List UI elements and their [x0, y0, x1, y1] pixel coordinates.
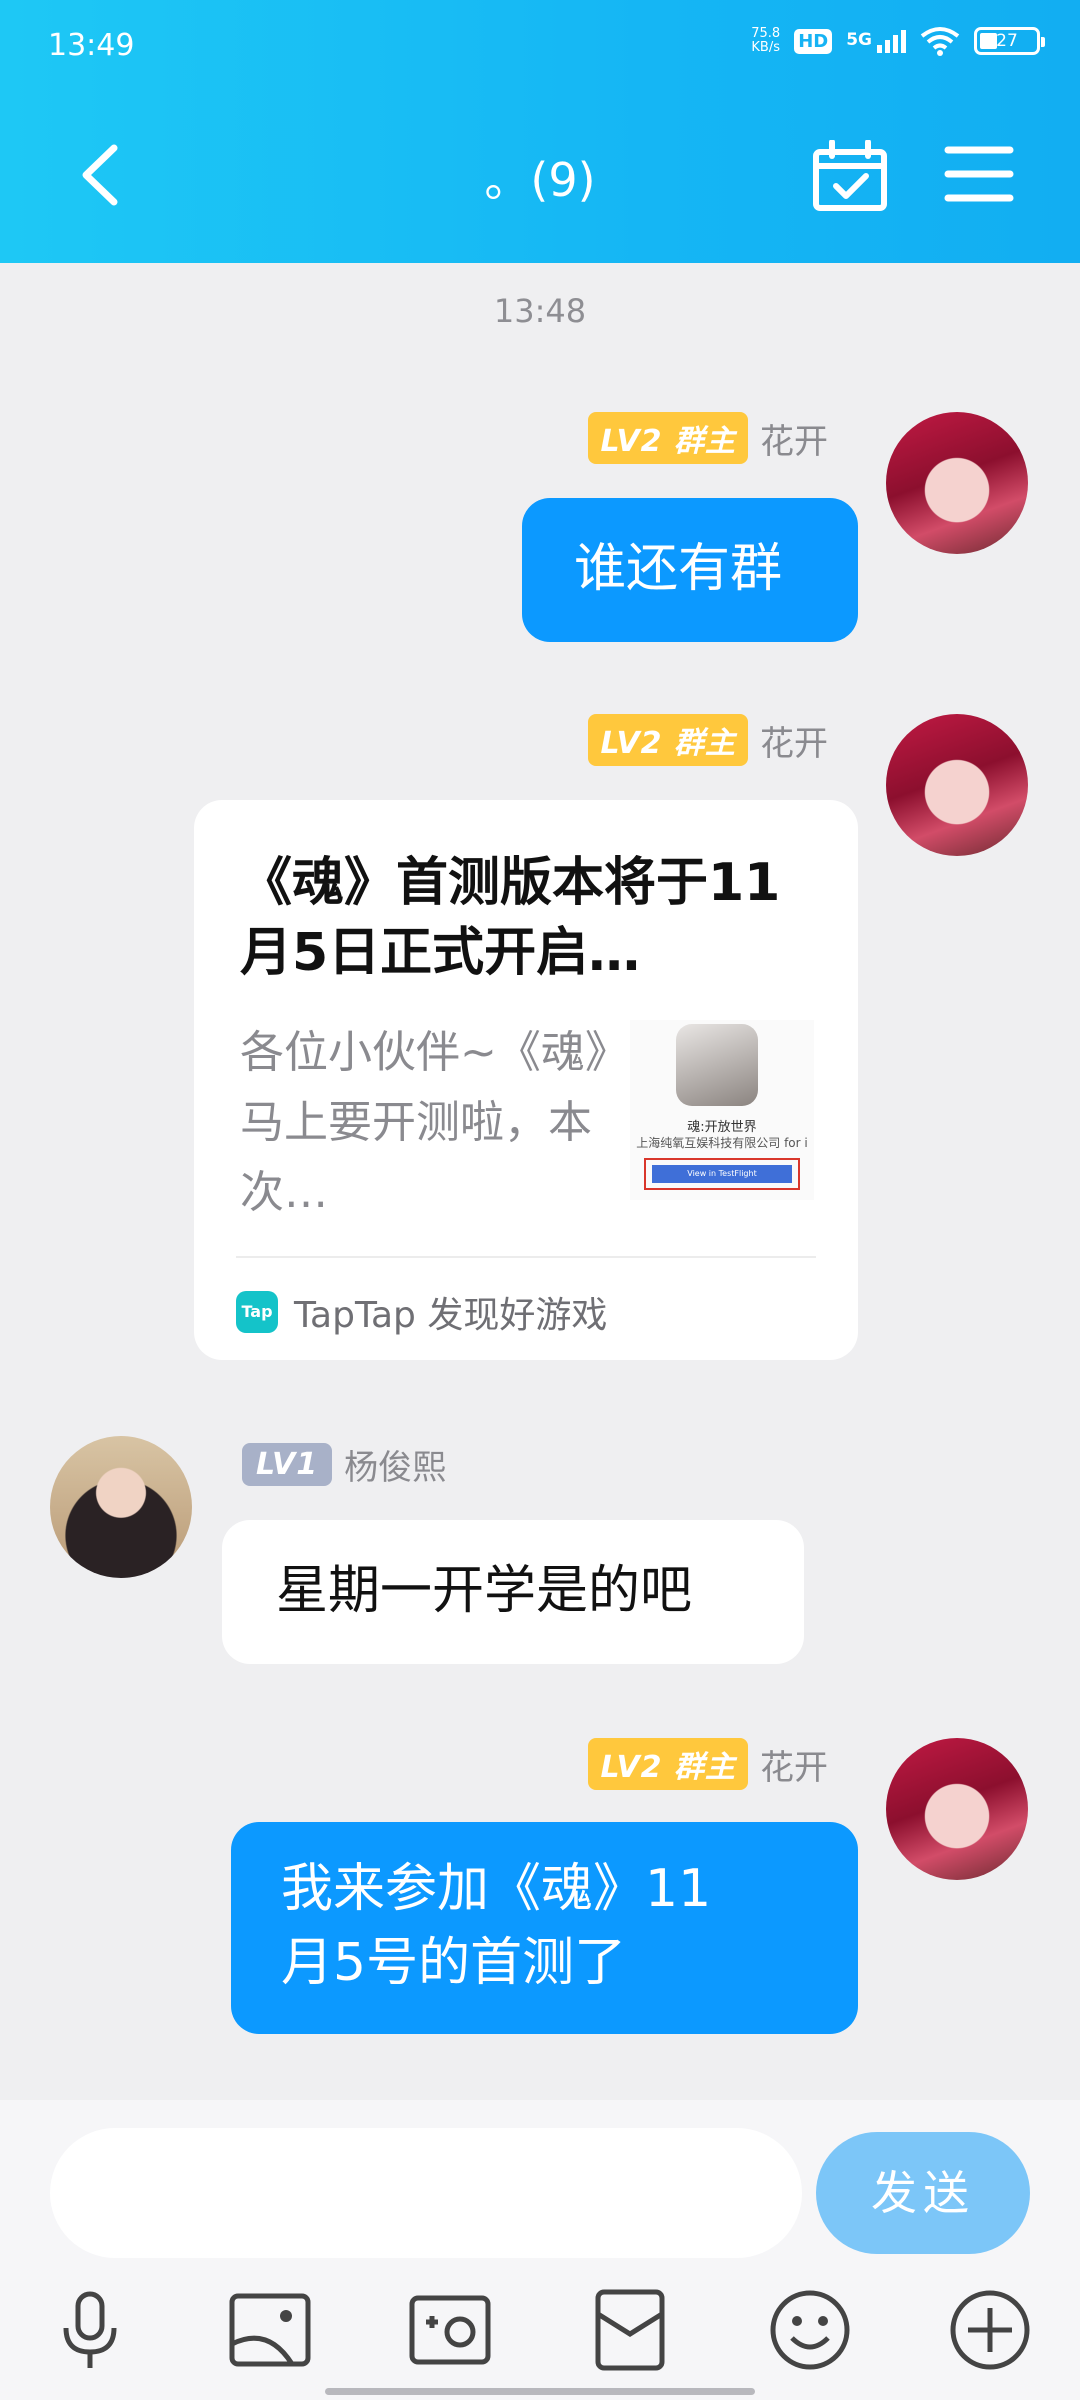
wifi-icon	[920, 27, 960, 56]
sender-row: LV2 群主 花开	[588, 412, 828, 464]
camera-icon[interactable]	[408, 2288, 492, 2372]
red-packet-icon[interactable]	[588, 2288, 672, 2372]
card-thumbnail: 魂:开放世界 上海纯氧互娱科技有限公司 for i View in TestFl…	[630, 1020, 814, 1200]
link-card[interactable]: 《魂》首测版本将于11月5日正式开启… 各位小伙伴~《魂》马上要开测啦，本次… …	[194, 800, 858, 1360]
message-input[interactable]	[50, 2128, 802, 2258]
avatar[interactable]	[886, 1738, 1028, 1880]
sender-row: LV1 杨俊熙	[242, 1440, 446, 1489]
card-description: 各位小伙伴~《魂》马上要开测啦，本次…	[240, 1027, 607, 1218]
network-speed: 75.8 KB/s	[751, 26, 781, 55]
app-icon	[676, 1024, 758, 1106]
level-badge: LV2 群主	[588, 714, 748, 766]
hd-icon: HD	[794, 28, 833, 54]
sender-name: 花开	[760, 723, 828, 764]
card-source: Tap TapTap 发现好游戏	[236, 1286, 607, 1338]
sender-name: 杨俊熙	[344, 1448, 447, 1488]
avatar[interactable]	[886, 714, 1028, 856]
microphone-icon[interactable]	[48, 2288, 132, 2372]
sender-row: LV2 群主 花开	[588, 714, 828, 766]
battery-icon: 27	[974, 27, 1045, 55]
home-indicator[interactable]	[325, 2388, 755, 2395]
message-timestamp: 13:48	[493, 292, 587, 330]
avatar[interactable]	[50, 1436, 192, 1578]
send-button[interactable]: 发送	[816, 2132, 1030, 2254]
status-icons: 75.8 KB/s HD 5G 27	[751, 26, 1045, 56]
level-badge: LV2 群主	[588, 412, 748, 464]
chat-header: 13:49 75.8 KB/s HD 5G 27 。(9)	[0, 0, 1080, 263]
input-toolbar	[0, 2288, 1080, 2378]
message-bubble[interactable]: 我来参加《魂》11 月5号的首测了	[231, 1822, 858, 2034]
message-bubble[interactable]: 谁还有群	[522, 498, 858, 642]
image-icon[interactable]	[228, 2288, 312, 2372]
sender-name: 花开	[760, 1747, 828, 1788]
level-badge: LV1	[242, 1443, 333, 1486]
level-badge: LV2 群主	[588, 1738, 748, 1790]
divider	[236, 1256, 816, 1258]
message-bubble[interactable]: 星期一开学是的吧	[222, 1520, 804, 1664]
sender-row: LV2 群主 花开	[588, 1738, 828, 1790]
testflight-button: View in TestFlight	[644, 1158, 800, 1190]
avatar[interactable]	[886, 412, 1028, 554]
chat-title[interactable]: 。(9)	[0, 144, 1080, 210]
plus-icon[interactable]	[948, 2288, 1032, 2372]
status-time: 13:49	[48, 28, 135, 63]
input-bar: 发送	[0, 2100, 1080, 2400]
sender-name: 花开	[760, 421, 828, 462]
signal-icon: 5G	[846, 29, 906, 53]
calendar-check-icon[interactable]	[810, 140, 890, 212]
emoji-icon[interactable]	[768, 2288, 852, 2372]
taptap-logo-icon: Tap	[236, 1291, 278, 1333]
card-title: 《魂》首测版本将于11月5日正式开启…	[240, 853, 781, 983]
menu-icon[interactable]	[944, 144, 1014, 204]
